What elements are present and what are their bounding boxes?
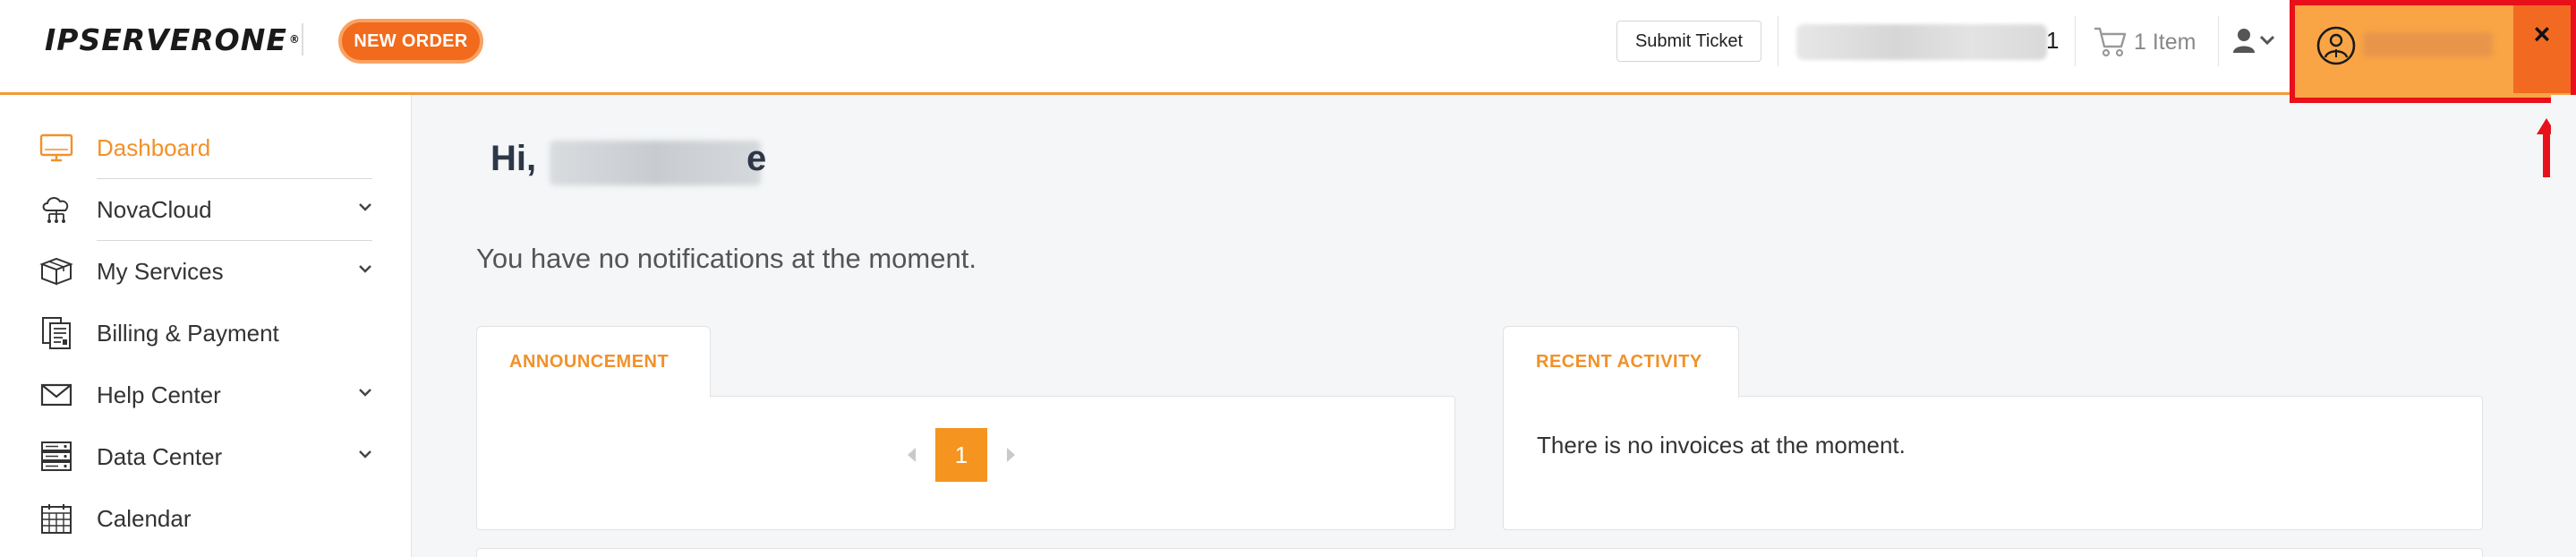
divider xyxy=(302,23,303,56)
tab-joint xyxy=(1504,394,1738,398)
recent-activity-empty-message: There is no invoices at the moment. xyxy=(1537,432,1906,458)
page-button-current[interactable]: 1 xyxy=(935,428,987,482)
cloud-network-icon xyxy=(39,193,73,227)
chevron-down-icon xyxy=(359,389,371,397)
sidebar-item-calendar[interactable]: Calendar xyxy=(39,488,372,549)
logo[interactable]: IPSERVERONE ® xyxy=(45,21,301,57)
scrollbar[interactable] xyxy=(2551,95,2576,557)
sidebar: Dashboard NovaCloud My Services Billing … xyxy=(0,95,412,557)
monitor-icon xyxy=(39,131,73,165)
user-menu-button[interactable] xyxy=(2232,27,2275,54)
divider xyxy=(2075,16,2076,66)
account-number: 1 xyxy=(2046,27,2060,54)
tab-joint xyxy=(477,394,710,398)
no-notifications-message: You have no notifications at the moment. xyxy=(476,243,977,274)
close-button[interactable]: × xyxy=(2513,5,2571,93)
new-order-button[interactable]: NEW ORDER xyxy=(338,19,483,64)
cart-icon xyxy=(2094,27,2127,57)
server-rack-icon xyxy=(39,440,73,474)
sidebar-item-my-services[interactable]: My Services xyxy=(39,241,372,302)
chevron-down-icon xyxy=(2259,35,2275,46)
sidebar-item-label: Help Center xyxy=(97,381,221,408)
sidebar-item-novacloud[interactable]: NovaCloud xyxy=(39,179,372,240)
prev-page-icon[interactable] xyxy=(908,448,916,462)
account-manager-name-redacted xyxy=(2363,32,2493,57)
recent-activity-panel xyxy=(1503,396,2483,530)
account-selector-redacted[interactable] xyxy=(1796,24,2047,60)
user-icon xyxy=(2233,29,2255,53)
sidebar-item-billing-payment[interactable]: Billing & Payment xyxy=(39,303,372,364)
sidebar-item-label: My Services xyxy=(97,257,224,285)
next-page-icon[interactable] xyxy=(1007,448,1015,462)
chevron-down-icon xyxy=(359,265,371,273)
sidebar-item-label: Dashboard xyxy=(97,133,211,161)
logo-text: IPSERVERONE xyxy=(45,21,287,57)
box-icon xyxy=(39,254,73,288)
user-name-redacted xyxy=(550,141,761,185)
tab-announcement[interactable]: ANNOUNCEMENT xyxy=(476,326,711,398)
sidebar-item-label: Calendar xyxy=(97,504,192,532)
sidebar-item-data-center[interactable]: Data Center xyxy=(39,426,372,487)
sidebar-item-dashboard[interactable]: Dashboard xyxy=(39,117,372,178)
greeting-prefix: Hi, xyxy=(490,139,537,178)
calendar-icon xyxy=(39,501,73,536)
user-name-tail: e xyxy=(746,139,767,178)
sidebar-item-help-center[interactable]: Help Center xyxy=(39,364,372,425)
envelope-icon xyxy=(39,378,73,412)
sidebar-item-label: Data Center xyxy=(97,442,223,470)
next-panel xyxy=(476,548,2483,557)
cart-count-label: 1 Item xyxy=(2134,29,2196,55)
divider xyxy=(2218,16,2219,66)
invoice-icon xyxy=(39,316,73,350)
submit-ticket-button[interactable]: Submit Ticket xyxy=(1616,21,1761,62)
pagination: 1 xyxy=(908,428,1015,482)
account-manager-icon xyxy=(2316,26,2356,65)
top-header: IPSERVERONE ® NEW ORDER Submit Ticket 1 1… xyxy=(0,0,2576,95)
chevron-down-icon xyxy=(359,450,371,458)
tab-recent-activity[interactable]: RECENT ACTIVITY xyxy=(1503,326,1739,398)
sidebar-item-label: NovaCloud xyxy=(97,195,212,223)
cart-button[interactable]: 1 Item xyxy=(2093,23,2196,61)
sidebar-item-label: Billing & Payment xyxy=(97,319,279,347)
chevron-down-icon xyxy=(359,203,371,211)
